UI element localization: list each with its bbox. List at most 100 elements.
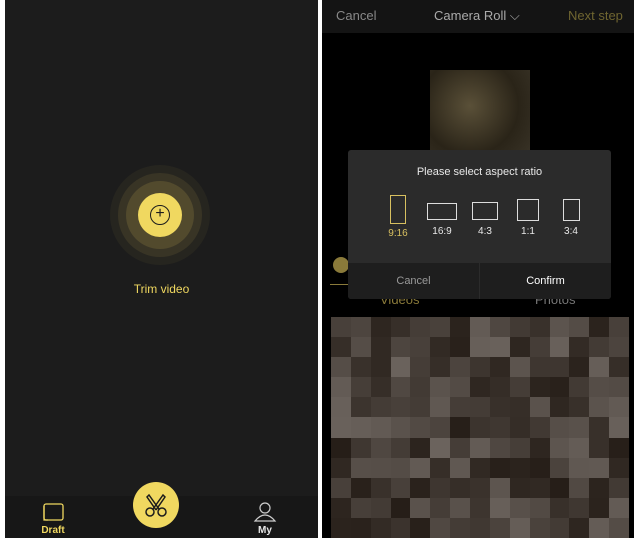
media-thumbnail-pixel	[370, 457, 391, 478]
media-thumbnail-pixel	[390, 477, 411, 498]
plus-icon: +	[150, 205, 170, 225]
media-thumbnail-pixel	[549, 357, 570, 378]
media-thumbnail-pixel	[331, 377, 351, 398]
media-grid	[331, 317, 629, 538]
media-thumbnail-pixel	[470, 397, 490, 418]
media-thumbnail-pixel	[410, 517, 431, 538]
media-thumbnail-pixel	[331, 317, 351, 338]
media-thumbnail-pixel	[529, 437, 550, 458]
ratio-4-3[interactable]: 4:3	[465, 195, 505, 237]
media-thumbnail-pixel	[589, 517, 610, 538]
media-thumbnail-pixel	[509, 477, 530, 498]
media-thumbnail-pixel	[549, 517, 570, 538]
media-thumbnail-pixel	[350, 337, 371, 358]
media-thumbnail-pixel	[569, 337, 590, 358]
media-thumbnail-pixel	[410, 437, 431, 458]
dialog-title: Please select aspect ratio	[416, 166, 543, 178]
media-thumbnail-pixel	[331, 357, 351, 378]
dialog-cancel-button[interactable]: Cancel	[348, 263, 479, 299]
media-thumbnail-pixel	[370, 417, 391, 438]
chevron-down-icon: ⌵	[509, 8, 520, 23]
dialog-confirm-button[interactable]: Confirm	[480, 263, 611, 299]
media-thumbnail-pixel	[609, 357, 629, 378]
media-thumbnail-pixel	[489, 337, 510, 358]
media-thumbnail-pixel	[430, 337, 451, 358]
nav-draft-label: Draft	[41, 525, 65, 536]
trim-fab-button[interactable]	[133, 482, 179, 528]
media-thumbnail-pixel	[609, 437, 629, 458]
media-thumbnail-pixel	[390, 397, 411, 418]
media-thumbnail-pixel	[489, 357, 510, 378]
media-thumbnail-pixel	[509, 417, 530, 438]
media-thumbnail-pixel	[350, 457, 371, 478]
media-thumbnail-pixel	[470, 317, 490, 338]
media-thumbnail-pixel	[489, 377, 510, 398]
ratio-1-1[interactable]: 1:1	[508, 195, 548, 237]
media-thumbnail-pixel	[529, 377, 550, 398]
media-thumbnail-pixel	[370, 497, 391, 518]
nav-my[interactable]: My	[253, 502, 277, 536]
media-thumbnail-pixel	[390, 357, 411, 378]
album-selector[interactable]: Camera Roll ⌵	[434, 8, 520, 24]
media-thumbnail-pixel	[609, 497, 629, 518]
play-icon[interactable]	[333, 257, 349, 273]
media-thumbnail-pixel	[410, 337, 431, 358]
media-thumbnail-pixel	[509, 517, 530, 538]
media-thumbnail-pixel	[609, 457, 629, 478]
media-thumbnail-pixel	[569, 497, 590, 518]
media-thumbnail-pixel	[609, 417, 629, 438]
media-thumbnail-pixel	[450, 337, 471, 358]
media-thumbnail-pixel	[489, 477, 510, 498]
ratio-9-16[interactable]: 9:16	[378, 195, 418, 239]
media-thumbnail-pixel	[370, 517, 391, 538]
media-thumbnail-pixel	[450, 377, 471, 398]
media-thumbnail-pixel	[390, 517, 411, 538]
media-thumbnail-pixel	[450, 497, 471, 518]
media-thumbnail-pixel	[450, 437, 471, 458]
nav-draft[interactable]: Draft	[41, 502, 65, 536]
media-thumbnail-pixel	[350, 477, 371, 498]
media-thumbnail-pixel	[549, 377, 570, 398]
media-thumbnail-pixel	[410, 497, 431, 518]
media-thumbnail-pixel	[350, 357, 371, 378]
media-thumbnail-pixel	[509, 437, 530, 458]
media-thumbnail-pixel	[390, 377, 411, 398]
next-step-button[interactable]: Next step	[568, 8, 623, 23]
draft-book-icon	[43, 503, 64, 521]
media-thumbnail-pixel	[390, 337, 411, 358]
media-thumbnail-pixel	[529, 357, 550, 378]
ratio-16-9[interactable]: 16:9	[422, 195, 462, 237]
media-thumbnail-pixel	[489, 397, 510, 418]
trim-video-label[interactable]: Trim video	[5, 282, 318, 296]
media-thumbnail-pixel	[390, 497, 411, 518]
media-thumbnail-pixel	[350, 517, 371, 538]
media-thumbnail-pixel	[350, 377, 371, 398]
media-thumbnail-pixel	[529, 337, 550, 358]
media-thumbnail-pixel	[549, 457, 570, 478]
media-thumbnail-pixel	[489, 417, 510, 438]
media-thumbnail-pixel	[390, 317, 411, 338]
ratio-label: 1:1	[521, 226, 535, 237]
ratio-label: 16:9	[432, 226, 452, 237]
media-thumbnail-pixel	[569, 457, 590, 478]
media-thumbnail-pixel	[489, 497, 510, 518]
media-thumbnail-pixel	[589, 397, 610, 418]
media-thumbnail-pixel	[549, 417, 570, 438]
media-thumbnail-pixel	[589, 497, 610, 518]
media-thumbnail-pixel	[430, 317, 451, 338]
media-thumbnail-pixel	[569, 397, 590, 418]
media-thumbnail-pixel	[450, 397, 471, 418]
media-thumbnail-pixel	[549, 337, 570, 358]
media-thumbnail-pixel	[370, 437, 391, 458]
header: Cancel Camera Roll ⌵ Next step	[322, 0, 634, 33]
media-thumbnail-pixel	[589, 477, 610, 498]
header-cancel-button[interactable]: Cancel	[336, 8, 376, 23]
ratio-16-9-icon	[427, 203, 457, 220]
ratio-9-16-icon	[390, 195, 406, 224]
media-thumbnail-pixel	[470, 357, 490, 378]
media-thumbnail-pixel	[609, 477, 629, 498]
media-thumbnail-pixel	[509, 377, 530, 398]
media-thumbnail-pixel	[450, 317, 471, 338]
ratio-3-4[interactable]: 3:4	[551, 195, 591, 237]
media-thumbnail-pixel	[370, 337, 391, 358]
